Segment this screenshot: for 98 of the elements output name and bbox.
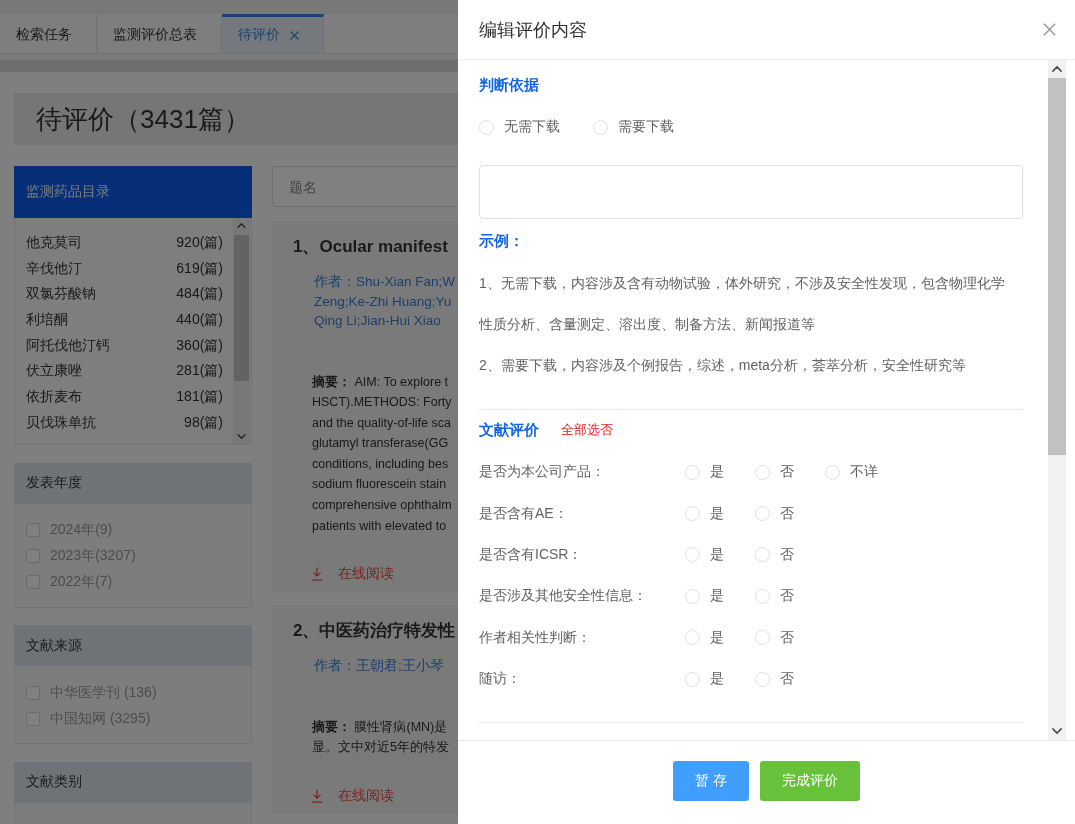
article-title[interactable]: 2、中医药治疗特发性 [293, 619, 456, 644]
scrollbar-thumb[interactable] [234, 235, 249, 381]
section-title: 判断依据 [479, 76, 539, 95]
section-title: 文献评价 [479, 420, 539, 440]
abstract-line: 摘要： AIM: To explore t [312, 373, 449, 391]
radio-option[interactable]: 否 [755, 628, 794, 647]
article-count: 181(篇) [176, 387, 223, 406]
radio-option[interactable]: 不详 [825, 463, 878, 482]
drug-name[interactable]: 伏立康唑 [26, 362, 82, 381]
scrollbar-track[interactable] [233, 218, 250, 444]
radio-button[interactable] [755, 547, 770, 563]
download-icon [311, 567, 323, 582]
question-label: 作者相关性判断： [479, 628, 592, 647]
drug-name[interactable]: 他克莫司 [26, 233, 82, 252]
abstract-line: patients with elevated to [312, 517, 447, 535]
article-count: 920(篇) [176, 233, 223, 252]
close-icon[interactable] [1043, 23, 1056, 36]
article-count: 281(篇) [176, 362, 223, 381]
filter-header: 文献来源 [14, 625, 252, 667]
radio-option[interactable]: 是 [685, 504, 724, 523]
search-field[interactable]: 题名 [272, 166, 458, 207]
radio-option[interactable]: 无需下载 [479, 118, 560, 136]
abstract-line: 显。文中对近5年的特发 [312, 739, 449, 757]
read-online-link[interactable]: 在线阅读 [311, 564, 394, 585]
radio-option[interactable]: 否 [755, 545, 794, 564]
download-icon [311, 788, 323, 803]
article-count: 98(篇) [184, 413, 223, 432]
catalog-header: 监测药品目录 [14, 166, 252, 218]
article-authors: 作者：王朝君;王小琴 [314, 657, 444, 676]
abstract-line: conditions, including bes [312, 455, 449, 473]
radio-button[interactable] [755, 464, 770, 480]
question-label: 随访： [479, 670, 522, 689]
radio-option[interactable]: 是 [685, 587, 724, 606]
article-count: 484(篇) [176, 285, 223, 304]
abstract-line: HSCT).METHODS: Forty [312, 394, 452, 412]
drug-name[interactable]: 依折麦布 [26, 387, 82, 406]
abstract-line: comprehensive ophthalm [312, 497, 452, 515]
radio-option[interactable]: 否 [755, 463, 794, 482]
read-online-link[interactable]: 在线阅读 [311, 785, 394, 806]
close-icon[interactable] [290, 30, 299, 40]
scroll-up-icon[interactable] [1052, 66, 1062, 72]
radio-option[interactable]: 否 [755, 670, 794, 689]
drawer-title: 编辑评价内容 [479, 18, 587, 42]
drug-name[interactable]: 辛伐他汀 [26, 259, 82, 278]
radio-button[interactable] [685, 547, 700, 563]
example-text: 1、无需下载，内容涉及含有动物试验，体外研究，不涉及安全性发现，包含物理化学性质分析、含量测定、溶出度、制备方法、新闻报道等 [479, 273, 1006, 334]
radio-option[interactable]: 否 [755, 504, 794, 523]
scroll-down-icon[interactable] [237, 434, 246, 439]
radio-button[interactable] [755, 630, 770, 646]
question-label: 是否涉及其他安全性信息： [479, 587, 648, 606]
drug-name[interactable]: 双氯芬酸钠 [26, 285, 96, 304]
radio-button[interactable] [755, 506, 770, 522]
scroll-down-icon[interactable] [1052, 728, 1062, 734]
question-label: 是否含有ICSR： [479, 545, 584, 564]
radio-button[interactable] [479, 119, 494, 135]
tab[interactable]: 待评价 [222, 14, 324, 53]
radio-option[interactable]: 是 [685, 670, 724, 689]
article-authors: 作者：Shu-Xian Fan;W Zeng;Ke-Zhi Huang;Yu Qing Li;Jian-Hui Xiao [314, 273, 456, 330]
drug-name[interactable]: 利培酮 [26, 310, 68, 329]
filter-header: 文献类别 [14, 761, 252, 803]
article-title[interactable]: 1、Ocular manifest [293, 235, 448, 259]
drug-name[interactable]: 贝伐珠单抗 [26, 413, 96, 432]
question-label: 是否含有AE： [479, 504, 569, 523]
radio-button[interactable] [685, 464, 700, 480]
radio-button[interactable] [685, 630, 700, 646]
question-label: 是否为本公司产品： [479, 463, 606, 482]
radio-button[interactable] [685, 588, 700, 604]
article-count: 619(篇) [176, 259, 223, 278]
filter-header: 发表年度 [14, 462, 252, 504]
section-title: 示例： [479, 232, 524, 251]
text-area-field[interactable] [479, 165, 1023, 219]
scrollbar-track[interactable] [1048, 60, 1066, 740]
tab[interactable]: 检索任务 [0, 14, 97, 53]
abstract-line: sodium fluorescein stain [312, 476, 447, 494]
radio-button[interactable] [685, 671, 700, 687]
radio-option[interactable]: 是 [685, 545, 724, 564]
abstract-line: and the quality-of-life sca [312, 414, 451, 432]
radio-option[interactable]: 否 [755, 587, 794, 606]
radio-button[interactable] [593, 119, 608, 135]
save-button[interactable]: 暂 存 [673, 761, 749, 801]
abstract-line: 摘要： 膜性肾病(MN)是 [312, 718, 448, 736]
article-count: 360(篇) [176, 336, 223, 355]
example-text: 2、需要下载，内容涉及个例报告，综述，meta分析，荟萃分析，安全性研究等 [479, 355, 967, 375]
drug-name[interactable]: 阿托伐他汀钙 [26, 336, 110, 355]
select-all-no-link[interactable]: 全部选否 [561, 421, 613, 439]
radio-option[interactable]: 是 [685, 463, 724, 482]
article-count: 440(篇) [176, 310, 223, 329]
radio-button[interactable] [755, 671, 770, 687]
radio-button[interactable] [755, 588, 770, 604]
radio-option[interactable]: 需要下载 [593, 118, 674, 136]
radio-button[interactable] [685, 506, 700, 522]
radio-option[interactable]: 是 [685, 628, 724, 647]
radio-button[interactable] [825, 464, 840, 480]
scroll-up-icon[interactable] [237, 223, 246, 228]
submit-button[interactable]: 完成评价 [759, 761, 860, 801]
abstract-line: glutamyl transferase(GG [312, 435, 449, 453]
page-title: 待评价（3431篇） [14, 93, 458, 145]
scrollbar-thumb[interactable] [1048, 78, 1066, 455]
